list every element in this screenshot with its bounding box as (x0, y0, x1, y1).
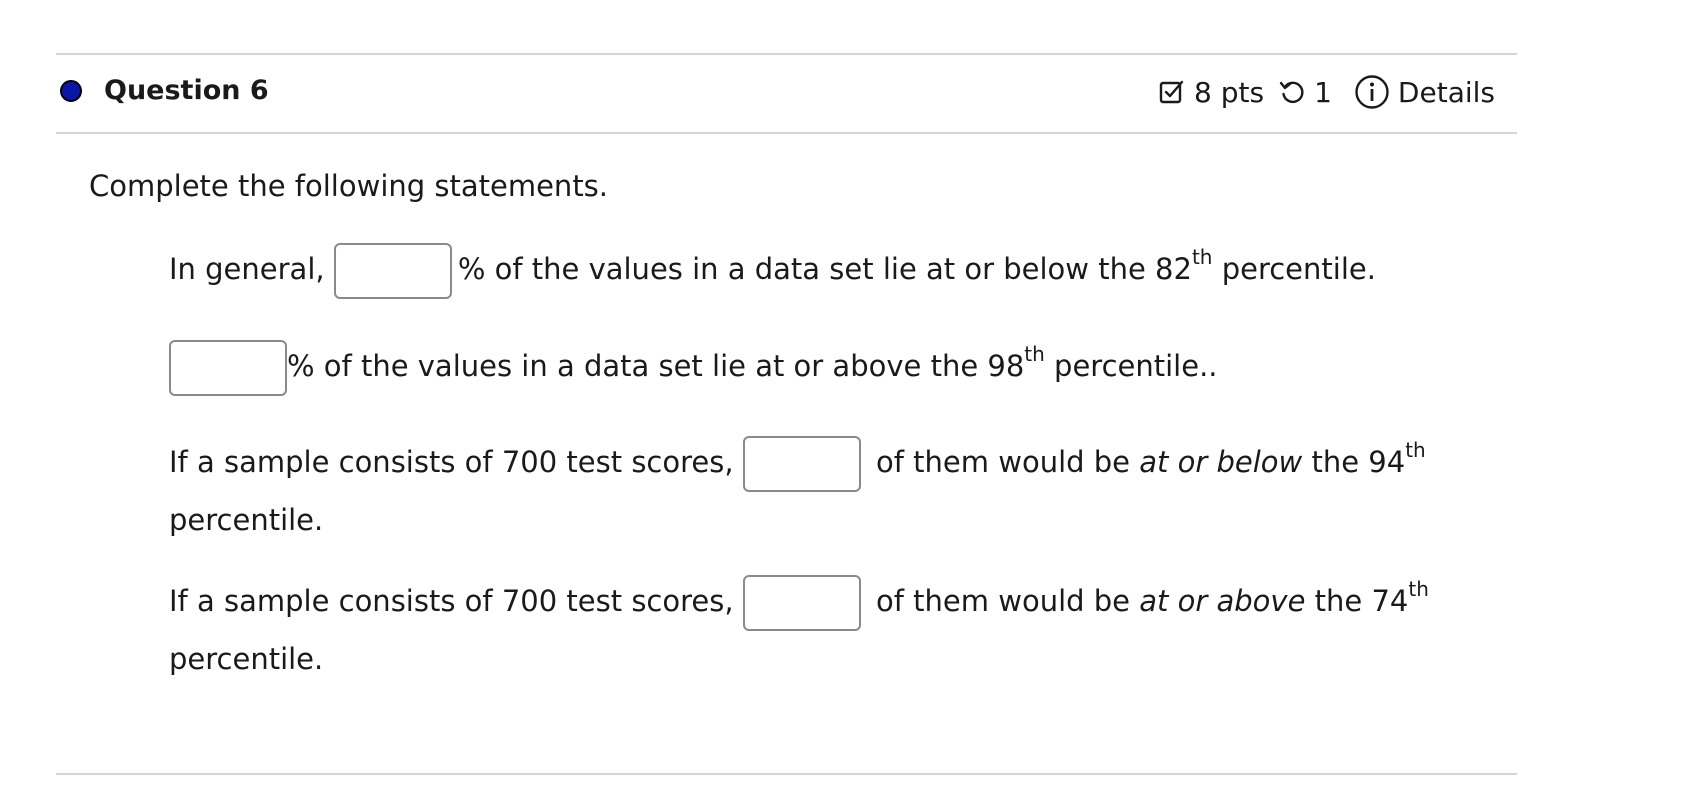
question-status-dot (60, 80, 82, 102)
answer-input-1[interactable] (333, 243, 452, 299)
statement-2-ordinal: th (1024, 342, 1045, 367)
answer-input-3[interactable] (742, 436, 861, 492)
statement-3-end: percentile. (169, 503, 324, 537)
retries-count: 1 (1314, 75, 1332, 109)
points-label: 8 pts (1194, 75, 1265, 109)
statement-4-lead: If a sample consists of 700 test scores, (169, 584, 734, 618)
statement-3-tail: the 94 (1302, 445, 1406, 479)
bottom-divider (56, 773, 1517, 775)
statement-2-text: % of the values in a data set lie at or … (287, 349, 1025, 383)
header-divider (56, 132, 1517, 134)
statement-1-lead: In general, (169, 252, 325, 286)
answer-input-2[interactable] (169, 340, 287, 396)
question-header: Question 6 8 pts 1 Details (56, 54, 1517, 132)
statement-3-emphasis: at or below (1139, 445, 1303, 479)
statement-1-ordinal: th (1191, 245, 1213, 270)
statement-1: In general, % of the values in a data se… (169, 241, 1376, 299)
details-label: Details (1397, 75, 1495, 109)
points-indicator: 8 pts (1158, 76, 1264, 109)
question-meta: 8 pts 1 Details (1158, 74, 1495, 110)
statement-3-lead: If a sample consists of 700 test scores, (169, 445, 734, 479)
statement-1-text: % of the values in a data set lie at or … (457, 252, 1192, 286)
retries-indicator: 1 (1278, 76, 1332, 109)
statement-2: % of the values in a data set lie at or … (169, 338, 1218, 396)
statement-4-tail: the 74 (1305, 584, 1409, 618)
statement-3-text: of them would be (876, 445, 1140, 479)
statement-4-end: percentile. (169, 642, 324, 676)
answer-input-4[interactable] (742, 575, 861, 631)
statement-3: If a sample consists of 700 test scores,… (169, 434, 1426, 492)
statement-2-end: percentile.. (1044, 349, 1218, 383)
statement-4-emphasis: at or above (1139, 584, 1306, 618)
statement-3-ordinal: th (1405, 438, 1426, 463)
retry-icon (1278, 78, 1306, 106)
checkbox-edit-icon (1158, 78, 1186, 106)
statement-4: If a sample consists of 700 test scores,… (169, 573, 1429, 631)
details-button[interactable]: Details (1354, 74, 1495, 110)
statement-4-text: of them would be (876, 584, 1140, 618)
statement-1-end: percentile. (1212, 252, 1376, 286)
info-icon (1354, 74, 1390, 110)
question-title: Question 6 (104, 75, 269, 106)
statement-4-ordinal: th (1408, 577, 1429, 602)
question-prompt: Complete the following statements. (89, 169, 609, 203)
